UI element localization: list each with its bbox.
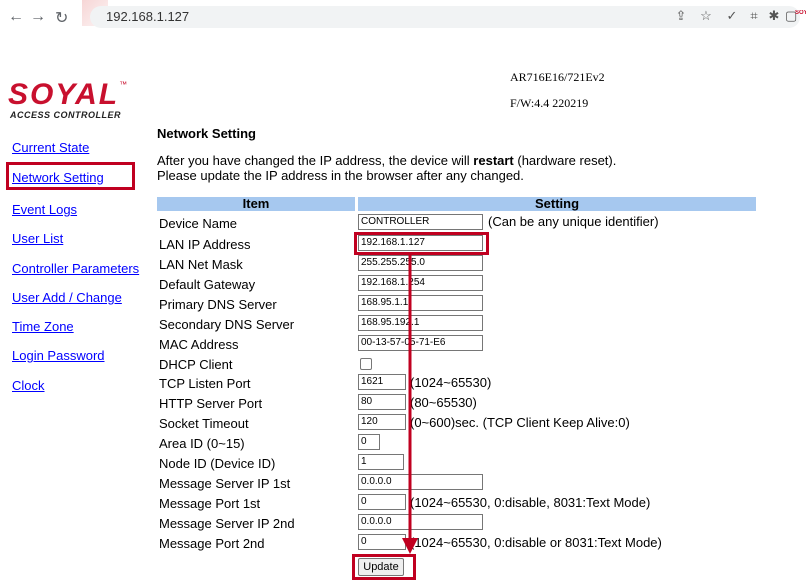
arrow-head: [402, 538, 418, 554]
red-arrow-annotation: [402, 255, 418, 554]
